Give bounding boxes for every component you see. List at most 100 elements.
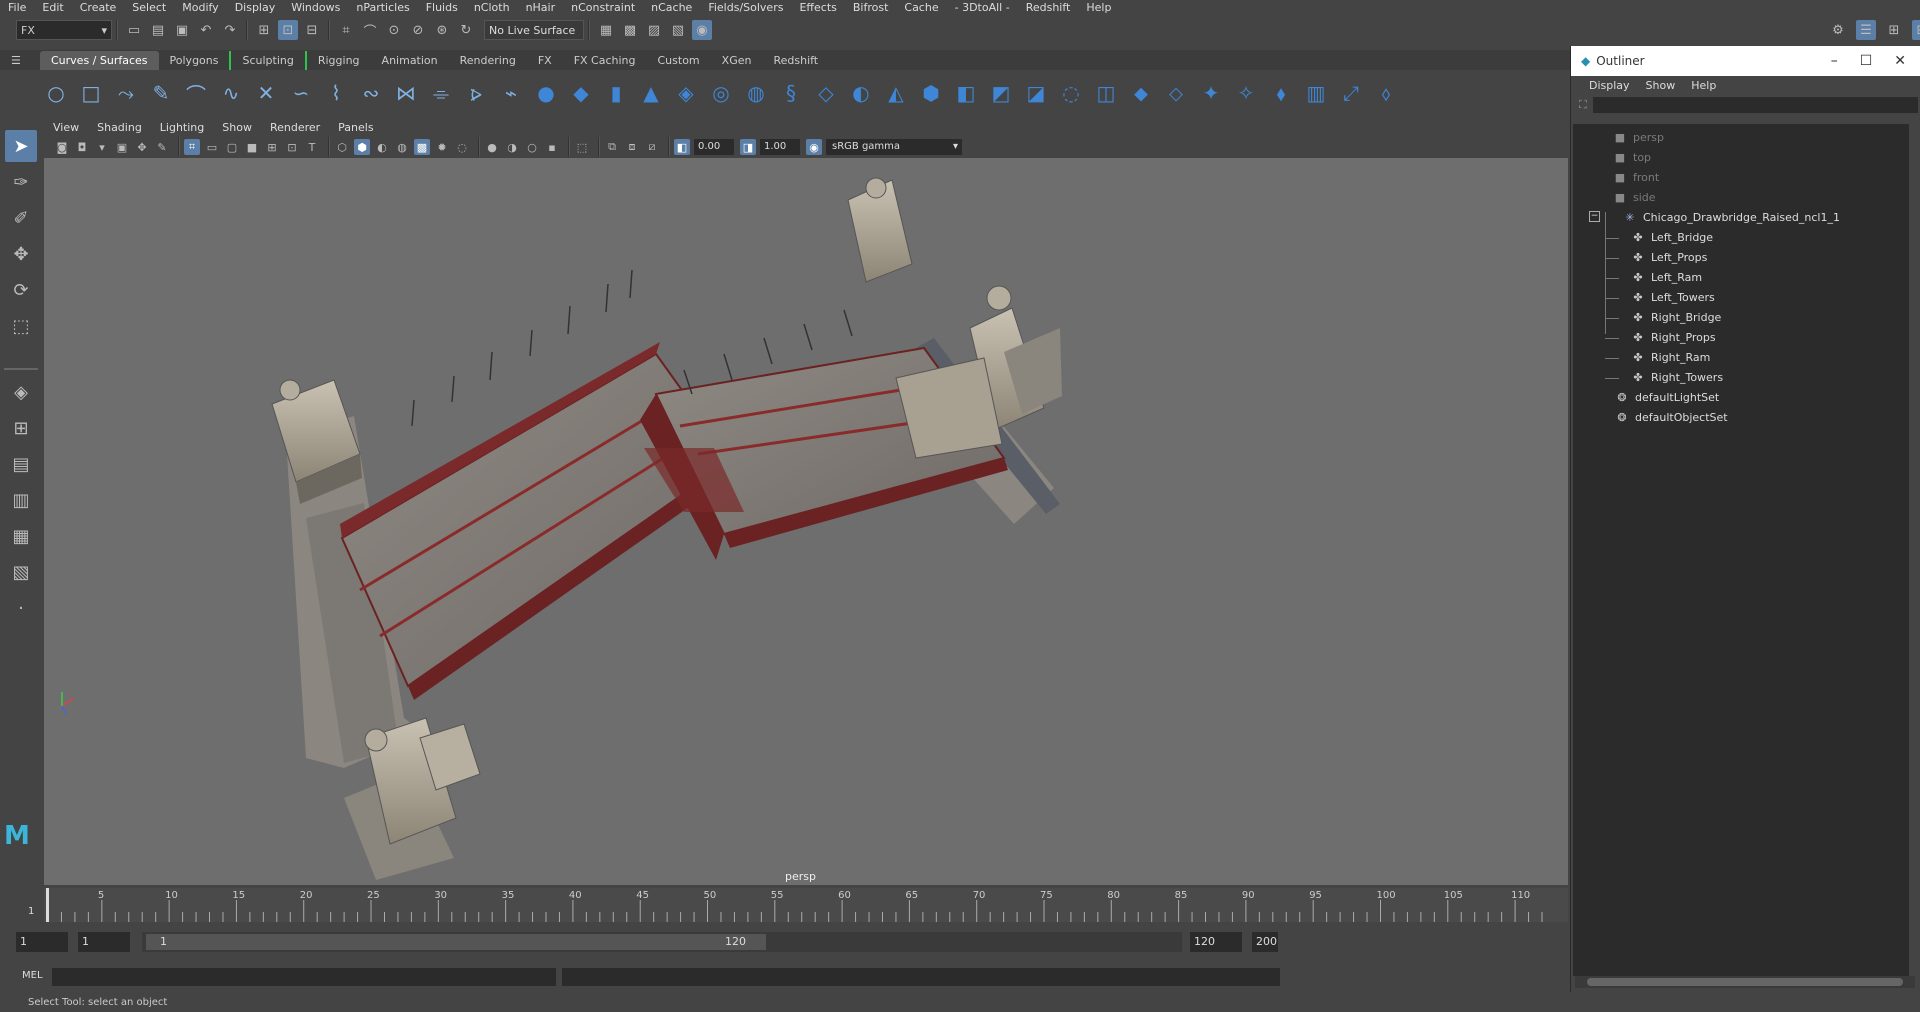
resolution-gate-icon[interactable]: ▢ [224,139,240,155]
graph-persp-layout-icon[interactable]: ▥ [5,484,37,516]
select-object-icon[interactable]: ⊡ [278,20,298,40]
script-language-label[interactable]: MEL [22,970,43,981]
snap-view-icon[interactable]: ↻ [456,20,476,40]
attach-surfaces-icon[interactable]: ⬦ [1162,79,1190,107]
shelf-tab-xgen[interactable]: XGen [711,51,763,70]
current-time-indicator[interactable] [46,888,49,922]
end-time-field[interactable]: 200 [1252,932,1278,952]
fillet-curve-icon[interactable]: ⌯ [427,79,455,107]
menu-item-fluids[interactable]: Fluids [418,0,466,16]
extend-surfaces-icon[interactable]: ⤢ [1337,79,1365,107]
rebuild-surfaces-icon[interactable]: ⬨ [1372,79,1400,107]
nurbs-torus-icon[interactable]: ◎ [707,79,735,107]
shelf-tab-fx[interactable]: FX [527,51,563,70]
outliner-graph-layout-icon[interactable]: ▧ [5,556,37,588]
menu-item-cache[interactable]: Cache [896,0,946,16]
render-view-icon[interactable]: ▦ [596,20,616,40]
nurbs-cube-icon[interactable]: ◆ [567,79,595,107]
menu-item-windows[interactable]: Windows [283,0,348,16]
menu-item-select[interactable]: Select [124,0,174,16]
film-gate-icon[interactable]: ▭ [204,139,220,155]
shelf-tab-animation[interactable]: Animation [371,51,449,70]
exposure-icon[interactable]: ◧ [674,139,690,155]
offset-curve-icon[interactable]: ⌁ [497,79,525,107]
nurbs-cylinder-icon[interactable]: ▮ [602,79,630,107]
channel-box-toggle-icon[interactable]: ⊟ [1912,20,1920,40]
snap-point-icon[interactable]: ⊙ [384,20,404,40]
xray-joints-icon[interactable]: ⧈ [624,139,640,155]
outliner-item[interactable]: ✤ Left_Ram [1631,268,1702,288]
snap-grid-icon[interactable]: ⌗ [336,20,356,40]
range-bar[interactable]: 1 120 [142,932,1182,952]
perspective-viewport[interactable]: persp [44,158,1568,885]
isolate-select-icon[interactable]: ⬚ [574,139,590,155]
ep-curve-icon[interactable]: ⤳ [112,79,140,107]
nurbs-circle-icon[interactable]: ○ [42,79,70,107]
camera-attributes-icon[interactable]: ◘ [74,139,90,155]
gamma-field[interactable]: 1.00 [760,139,800,155]
panel-menu-lighting[interactable]: Lighting [151,121,213,134]
gate-mask-icon[interactable]: ■ [244,139,260,155]
outliner-menu-show[interactable]: Show [1638,79,1684,92]
panel-menu-shading[interactable]: Shading [88,121,151,134]
image-plane-icon[interactable]: ▣ [114,139,130,155]
layout-options-icon[interactable]: · [5,592,37,624]
outliner-item[interactable]: ✤ Right_Towers [1631,368,1723,388]
shelf-tab-rendering[interactable]: Rendering [449,51,527,70]
outliner-item[interactable]: ❂ defaultObjectSet [1615,408,1727,428]
playback-end-field[interactable]: 120 [1190,932,1242,952]
outliner-item[interactable]: ■ front [1613,168,1659,188]
wireframe-icon[interactable]: ⬡ [334,139,350,155]
color-management-icon[interactable]: ◉ [806,139,822,155]
attribute-editor-toggle-icon[interactable]: ☰ [1856,20,1876,40]
exposure-field[interactable]: 0.00 [694,139,734,155]
outliner-item[interactable]: ✳ Chicago_Drawbridge_Raised_ncl1_1 [1623,208,1840,228]
workspace-icon[interactable]: ⚙ [1828,20,1848,40]
extend-curve-icon[interactable]: ⦠ [462,79,490,107]
ipr-render-icon[interactable]: ▨ [644,20,664,40]
arc-tool-icon[interactable]: ⌒ [182,79,210,107]
shelf-tab-fx-caching[interactable]: FX Caching [563,51,647,70]
detach-surfaces-icon[interactable]: ✦ [1197,79,1225,107]
screen-space-ao-icon[interactable]: ● [484,139,500,155]
multisample-aa-icon[interactable]: ○ [524,139,540,155]
select-component-icon[interactable]: ⊟ [302,20,322,40]
rebuild-curve-icon[interactable]: ∾ [357,79,385,107]
shelf-tab-polygons[interactable]: Polygons [159,51,230,70]
open-scene-icon[interactable]: ▤ [148,20,168,40]
nurbs-square-icon[interactable]: □ [77,79,105,107]
bookmark-icon[interactable]: ▾ [94,139,110,155]
menu-item-redshift[interactable]: Redshift [1018,0,1079,16]
lasso-tool-icon[interactable]: ✑ [5,166,37,198]
snap-plane-icon[interactable]: ⊘ [408,20,428,40]
outliner-persp-layout-icon[interactable]: ▤ [5,448,37,480]
menu-item-bifrost[interactable]: Bifrost [845,0,897,16]
outliner-item[interactable]: ✤ Left_Props [1631,248,1707,268]
planar-icon[interactable]: ◇ [812,79,840,107]
curve-intersect-icon[interactable]: ✕ [252,79,280,107]
smooth-shade-icon[interactable]: ⬢ [354,139,370,155]
extrude-icon[interactable]: ◐ [847,79,875,107]
playback-start-field[interactable]: 1 [78,932,130,952]
menu-item-effects[interactable]: Effects [791,0,844,16]
nurbs-plane-icon[interactable]: ◈ [672,79,700,107]
xray-icon[interactable]: ⧉ [604,139,620,155]
bezier-curve-icon[interactable]: ∿ [217,79,245,107]
tool-settings-toggle-icon[interactable]: ⊞ [1884,20,1904,40]
nurbs-sphere-icon[interactable]: ● [532,79,560,107]
menu-item-modify[interactable]: Modify [174,0,226,16]
project-curve-icon[interactable]: ◌ [1057,79,1085,107]
gamma-icon[interactable]: ◨ [740,139,756,155]
single-perspective-layout-icon[interactable]: ◈ [5,376,37,408]
shelf-menu-icon[interactable]: ☰ [0,51,40,70]
outliner-item[interactable]: ■ side [1613,188,1656,208]
outliner-item[interactable]: ✤ Left_Bridge [1631,228,1713,248]
loft-icon[interactable]: § [777,79,805,107]
wireframe-on-shaded-icon[interactable]: ◍ [394,139,410,155]
render-frame-icon[interactable]: ▩ [620,20,640,40]
maximize-icon[interactable]: ☐ [1860,53,1873,69]
motion-blur-icon[interactable]: ◑ [504,139,520,155]
pencil-curve-icon[interactable]: ✎ [147,79,175,107]
revolve-icon[interactable]: ◍ [742,79,770,107]
time-slider[interactable]: 5 10 15 20 25 30 35 40 45 50 55 60 65 70 75 80 85 90 95 100… [28,888,1591,922]
